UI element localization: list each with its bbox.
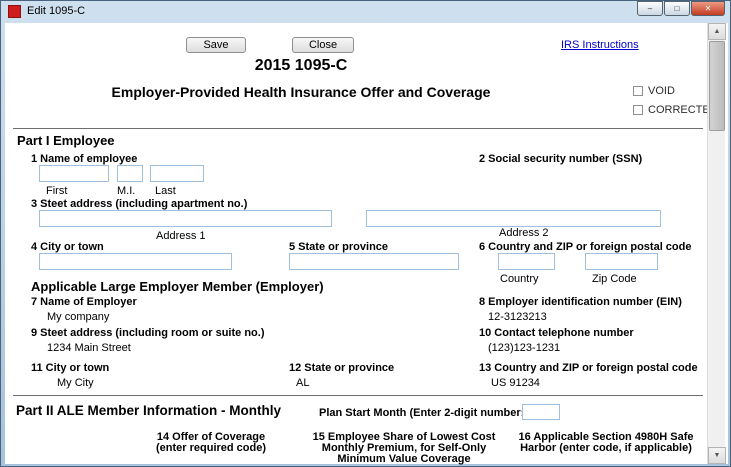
- corrected-checkbox[interactable]: [633, 105, 643, 115]
- employee-zip-input[interactable]: [585, 253, 658, 270]
- part2-heading: Part II ALE Member Information - Monthly: [16, 403, 282, 418]
- vertical-scrollbar[interactable]: ▲ ▼: [707, 23, 726, 464]
- maximize-icon: □: [674, 4, 680, 13]
- minimize-icon: –: [647, 4, 653, 13]
- scrollbar-up-button[interactable]: ▲: [708, 23, 726, 40]
- maximize-button[interactable]: □: [664, 1, 690, 16]
- title-bar: Edit 1095-C – □ ✕: [1, 1, 730, 22]
- void-checkbox[interactable]: [633, 86, 643, 96]
- scroll-up-icon: ▲: [713, 28, 721, 35]
- close-form-button[interactable]: Close: [292, 37, 354, 53]
- employer-country-label: 13 Country and ZIP or foreign postal cod…: [479, 362, 698, 374]
- employer-heading: Applicable Large Employer Member (Employ…: [31, 279, 324, 294]
- employee-country-input[interactable]: [498, 253, 555, 270]
- first-label: First: [46, 185, 68, 197]
- last-label: Last: [155, 185, 176, 197]
- employee-city-label: 4 City or town: [31, 241, 104, 253]
- minimize-button[interactable]: –: [637, 1, 663, 16]
- employee-state-label: 5 State or province: [289, 241, 389, 253]
- address2-label: Address 2: [499, 227, 549, 239]
- scroll-down-icon: ▼: [713, 452, 721, 459]
- col15-header: 15 Employee Share of Lowest Cost Monthly…: [312, 431, 496, 465]
- address1-label: Address 1: [156, 230, 206, 242]
- void-label: VOID: [648, 85, 675, 97]
- employer-state-label: 12 State or province: [289, 362, 395, 374]
- col14-header: 14 Offer of Coverage (enter required cod…: [155, 431, 267, 454]
- ssn-label: 2 Social security number (SSN): [479, 153, 643, 165]
- irs-instructions-link[interactable]: IRS Instructions: [561, 39, 639, 51]
- caption-buttons: – □ ✕: [636, 1, 725, 16]
- part1-divider: [13, 128, 703, 129]
- scrollbar-down-button[interactable]: ▼: [708, 447, 726, 464]
- close-window-button[interactable]: ✕: [691, 1, 725, 16]
- employee-street-label: 3 Steet address (including apartment no.…: [31, 198, 248, 210]
- part2-divider: [13, 395, 703, 396]
- country-label: Country: [500, 273, 539, 285]
- col16-header: 16 Applicable Section 4980H Safe Harbor …: [518, 431, 694, 454]
- save-button[interactable]: Save: [186, 37, 246, 53]
- employer-name-value: My company: [47, 311, 110, 323]
- plan-start-month-label: Plan Start Month (Enter 2-digit number:): [319, 407, 528, 419]
- zip-label: Zip Code: [592, 273, 637, 285]
- employer-phone-value: (123)123-1231: [488, 342, 561, 354]
- employer-ein-value: 12-3123213: [488, 311, 547, 323]
- last-name-input[interactable]: [150, 165, 204, 182]
- window-title: Edit 1095-C: [27, 5, 86, 17]
- middle-initial-input[interactable]: [117, 165, 143, 182]
- employee-name-label: 1 Name of employee: [31, 153, 138, 165]
- employee-state-input[interactable]: [289, 253, 459, 270]
- part1-heading: Part I Employee: [17, 133, 115, 148]
- employer-city-value: My City: [57, 377, 94, 389]
- scrollbar-thumb[interactable]: [709, 41, 725, 131]
- address1-input[interactable]: [39, 210, 332, 227]
- employer-street-label: 9 Steet address (including room or suite…: [31, 327, 265, 339]
- employer-country-value: US 91234: [491, 377, 540, 389]
- form-subtitle: Employer-Provided Health Insurance Offer…: [111, 84, 491, 100]
- employee-city-input[interactable]: [39, 253, 232, 270]
- form-title: 2015 1095-C: [254, 57, 348, 74]
- employer-street-value: 1234 Main Street: [47, 342, 131, 354]
- edit-1095c-window: Edit 1095-C – □ ✕ Save Close IRS Instruc…: [0, 0, 731, 467]
- plan-start-month-input[interactable]: [522, 404, 560, 420]
- employer-state-value: AL: [296, 377, 310, 389]
- employee-countryzip-label: 6 Country and ZIP or foreign postal code: [479, 241, 692, 253]
- employer-ein-label: 8 Employer identification number (EIN): [479, 296, 682, 308]
- first-name-input[interactable]: [39, 165, 109, 182]
- app-icon: [8, 5, 21, 18]
- mi-label: M.I.: [117, 185, 136, 197]
- employer-name-label: 7 Name of Employer: [31, 296, 137, 308]
- close-icon: ✕: [704, 4, 712, 13]
- employer-phone-label: 10 Contact telephone number: [479, 327, 634, 339]
- address2-input[interactable]: [366, 210, 661, 227]
- employer-city-label: 11 City or town: [31, 362, 110, 374]
